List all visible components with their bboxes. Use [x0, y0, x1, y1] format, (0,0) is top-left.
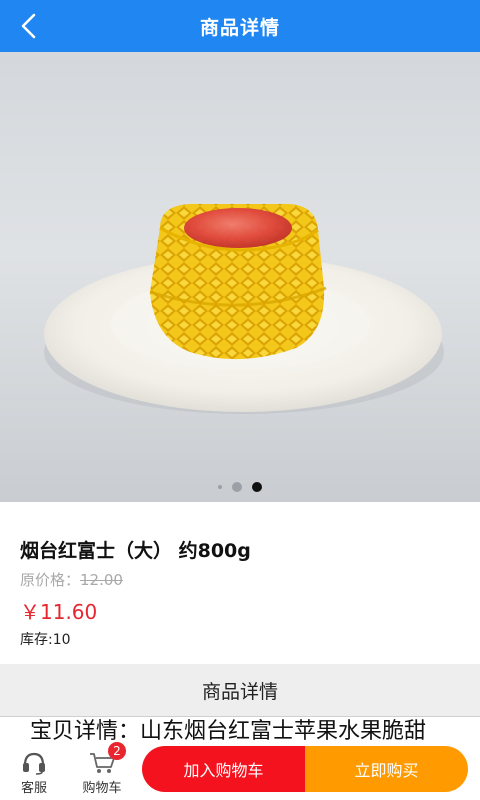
carousel-indicator [0, 482, 480, 492]
cart-button[interactable]: 2 购物车 [68, 742, 136, 800]
purchase-buttons: 加入购物车 立即购买 [142, 746, 468, 792]
product-detail-page: 商品详情 烟台红富士（大） 约800g 原价格：12.00 ￥11.60 库存:… [0, 0, 480, 800]
stock-count: 库存:10 [20, 632, 71, 648]
product-image [44, 203, 444, 414]
detail-section-heading: 商品详情 [0, 664, 480, 716]
carousel-dot[interactable] [218, 485, 222, 489]
buy-now-button[interactable]: 立即购买 [305, 746, 468, 792]
detail-description: 宝贝详情：山东烟台红富士苹果水果脆甜 [0, 716, 480, 746]
cart-count-badge: 2 [108, 742, 126, 760]
product-image-carousel[interactable] [0, 52, 480, 502]
page-title: 商品详情 [199, 16, 280, 39]
top-app-bar: 商品详情 [0, 0, 480, 52]
carousel-dot-active[interactable] [252, 482, 262, 492]
headset-icon [23, 752, 45, 775]
carousel-dot[interactable] [232, 482, 242, 492]
original-price-value: 12.00 [80, 571, 123, 589]
customer-service-button[interactable]: 客服 [0, 746, 68, 800]
chevron-left-icon [21, 13, 36, 39]
current-price: ￥11.60 [20, 600, 98, 624]
add-to-cart-button[interactable]: 加入购物车 [142, 746, 305, 792]
back-button[interactable] [12, 10, 44, 42]
cart-label: 购物车 [82, 781, 122, 796]
product-name: 烟台红富士（大） 约800g [20, 540, 251, 562]
product-info: 烟台红富士（大） 约800g 原价格：12.00 ￥11.60 库存:10 [0, 502, 480, 664]
bottom-action-bar: 客服 2 购物车 加入购物车 立即购买 [0, 742, 480, 800]
customer-service-label: 客服 [20, 781, 47, 796]
original-price: 原价格：12.00 [20, 569, 460, 590]
original-price-label: 原价格： [20, 571, 81, 589]
